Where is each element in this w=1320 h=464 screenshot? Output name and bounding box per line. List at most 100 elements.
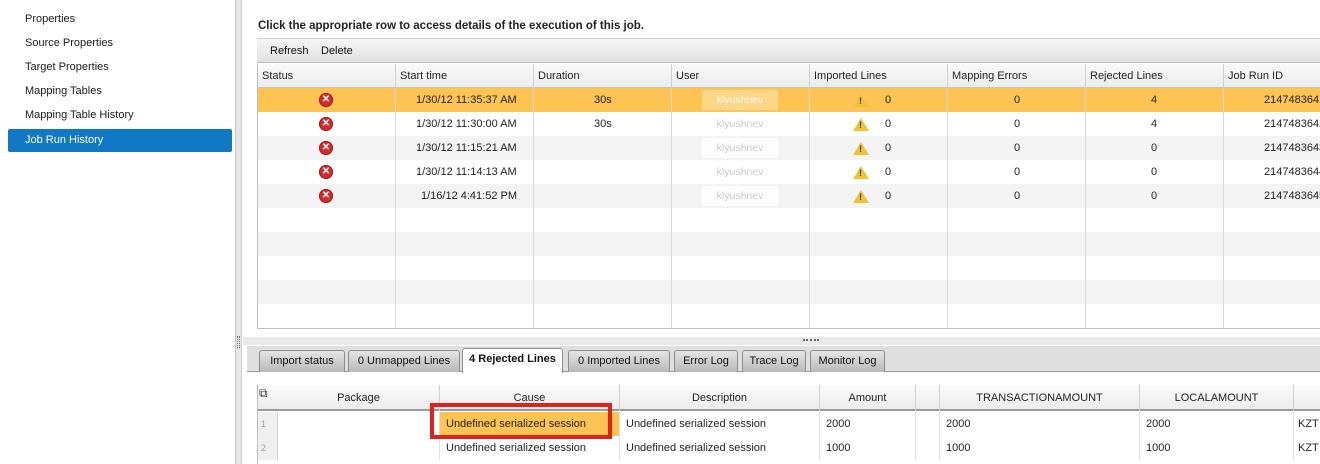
table-row[interactable]: ✕ 1/30/12 11:30:00 AM 30s klyushnev ! 0 … — [258, 112, 1320, 136]
rejected-lines-cell: 4 — [1151, 118, 1158, 130]
tab-monitor-log[interactable]: Monitor Log — [810, 350, 885, 372]
column-header-rejected-lines[interactable]: Rejected Lines — [1086, 64, 1224, 88]
splitter-grip-icon — [803, 339, 819, 342]
error-status-icon: ✕ — [319, 141, 333, 155]
table-row[interactable]: ✕ 1/16/12 4:41:52 PM klyushnev ! 0 0 0 2… — [258, 184, 1320, 208]
table-row[interactable]: 2 Undefined serialized session Undefined… — [258, 436, 1320, 460]
start-time-cell: 1/30/12 11:14:13 AM — [416, 166, 517, 178]
column-header-package[interactable]: Package — [278, 385, 440, 411]
localamount-cell: 2000 — [1140, 412, 1294, 436]
sidebar-item-mapping-tables[interactable]: Mapping Tables — [8, 80, 232, 103]
start-time-cell: 1/30/12 11:35:37 AM — [416, 94, 517, 106]
sidebar-item-properties[interactable]: Properties — [8, 8, 232, 31]
column-header-duration[interactable]: Duration — [534, 64, 672, 88]
error-status-icon: ✕ — [319, 93, 333, 107]
column-header-currency[interactable] — [1294, 385, 1320, 411]
tab-unmapped-lines[interactable]: 0 Unmapped Lines — [348, 350, 460, 372]
row-number: 2 — [258, 436, 278, 460]
sidebar-item-job-run-history[interactable]: Job Run History — [8, 129, 232, 152]
amount-cell: 2000 — [820, 412, 916, 436]
column-divider — [671, 88, 672, 328]
imported-lines-cell: 0 — [885, 166, 892, 178]
currency-cell: KZT — [1298, 442, 1319, 454]
column-header-description[interactable]: Description — [620, 385, 820, 411]
column-header-amount[interactable]: Amount — [820, 385, 916, 411]
column-divider — [947, 88, 948, 328]
horizontal-splitter[interactable] — [243, 337, 1320, 345]
duration-cell: 30s — [594, 94, 612, 106]
transactionamount-cell: 1000 — [940, 436, 1140, 460]
imported-lines-cell: 0 — [885, 190, 892, 202]
start-time-cell: 1/30/12 11:15:21 AM — [416, 142, 517, 154]
table-row[interactable]: ✕ 1/30/12 11:14:13 AM klyushnev ! 0 0 0 … — [258, 160, 1320, 184]
mapping-errors-cell: 0 — [1014, 94, 1021, 106]
column-header-transactionamount[interactable]: TRANSACTIONAMOUNT — [940, 385, 1140, 411]
table-row[interactable]: ✕ 1/30/12 11:15:21 AM klyushnev ! 0 0 0 … — [258, 136, 1320, 160]
empty-row — [258, 280, 1320, 304]
job-run-id-cell: 2147483641 — [1264, 94, 1320, 106]
start-time-cell: 1/16/12 4:41:52 PM — [421, 190, 518, 202]
rejected-lines-cell: 0 — [1151, 190, 1158, 202]
warning-icon: ! — [853, 142, 869, 155]
sidebar-item-target-properties[interactable]: Target Properties — [8, 56, 232, 79]
start-time-cell: 1/30/12 11:30:00 AM — [416, 118, 517, 130]
amount-cell: 1000 — [820, 436, 916, 460]
column-divider — [1223, 88, 1224, 328]
column-header-mapping-errors[interactable]: Mapping Errors — [948, 64, 1086, 88]
table-header: Status Start time Duration User Imported… — [258, 64, 1320, 88]
user-cell: klyushnev — [702, 138, 778, 158]
warning-icon: ! — [853, 166, 869, 179]
blank-cell — [916, 436, 940, 460]
job-run-id-cell: 2147483645 — [1264, 190, 1320, 202]
job-run-id-cell: 2147483642 — [1264, 118, 1320, 130]
column-header-localamount[interactable]: LOCALAMOUNT — [1140, 385, 1294, 411]
column-header-status[interactable]: Status — [258, 64, 396, 88]
refresh-button[interactable]: Refresh — [270, 45, 309, 57]
description-cell: Undefined serialized session — [620, 412, 820, 436]
mapping-errors-cell: 0 — [1014, 166, 1021, 178]
splitter-grip-icon — [237, 336, 240, 348]
column-header-start-time[interactable]: Start time — [396, 64, 534, 88]
user-cell: klyushnev — [702, 90, 778, 110]
error-status-icon: ✕ — [319, 117, 333, 131]
tab-error-log[interactable]: Error Log — [674, 350, 738, 372]
column-chooser-icon[interactable]: ⧉ — [259, 386, 275, 402]
vertical-splitter[interactable] — [236, 0, 242, 464]
tab-imported-lines[interactable]: 0 Imported Lines — [568, 350, 670, 372]
warning-icon: ! — [853, 190, 869, 203]
column-header-imported-lines[interactable]: Imported Lines — [810, 64, 948, 88]
warning-icon: ! — [853, 94, 869, 107]
error-status-icon: ✕ — [319, 165, 333, 179]
imported-lines-cell: 0 — [885, 118, 892, 130]
column-header-user[interactable]: User — [672, 64, 810, 88]
cause-cell[interactable]: Undefined serialized session — [440, 412, 620, 436]
column-header-job-run-id[interactable]: Job Run ID — [1224, 64, 1320, 88]
user-cell: klyushnev — [702, 162, 778, 182]
jobs-toolbar: Refresh Delete — [257, 38, 1320, 63]
table-row[interactable]: ✕ 1/30/12 11:35:37 AM 30s klyushnev ! 0 … — [258, 88, 1320, 112]
table-row[interactable]: 1 Undefined serialized session Undefined… — [258, 412, 1320, 436]
column-divider — [395, 88, 396, 328]
empty-row — [258, 208, 1320, 232]
rejected-lines-cell: 0 — [1151, 142, 1158, 154]
sidebar-item-mapping-table-history[interactable]: Mapping Table History — [8, 104, 232, 127]
empty-row — [258, 232, 1320, 256]
empty-row — [258, 304, 1320, 328]
mapping-errors-cell: 0 — [1014, 190, 1021, 202]
tab-import-status[interactable]: Import status — [259, 350, 345, 372]
column-header-cause[interactable]: Cause — [440, 385, 620, 411]
rejected-lines-cell: 0 — [1151, 166, 1158, 178]
tab-rejected-lines[interactable]: 4 Rejected Lines — [462, 348, 563, 373]
error-status-icon: ✕ — [319, 189, 333, 203]
column-divider — [533, 88, 534, 328]
main-panel: Click the appropriate row to access deta… — [243, 0, 1320, 464]
empty-row — [258, 256, 1320, 280]
sidebar-item-source-properties[interactable]: Source Properties — [8, 32, 232, 55]
description-cell: Undefined serialized session — [620, 436, 820, 460]
cause-cell[interactable]: Undefined serialized session — [440, 436, 620, 460]
duration-cell: 30s — [594, 118, 612, 130]
tab-trace-log[interactable]: Trace Log — [742, 350, 806, 372]
warning-icon: ! — [853, 118, 869, 131]
column-header-blank[interactable] — [916, 385, 940, 411]
delete-button[interactable]: Delete — [321, 45, 353, 57]
